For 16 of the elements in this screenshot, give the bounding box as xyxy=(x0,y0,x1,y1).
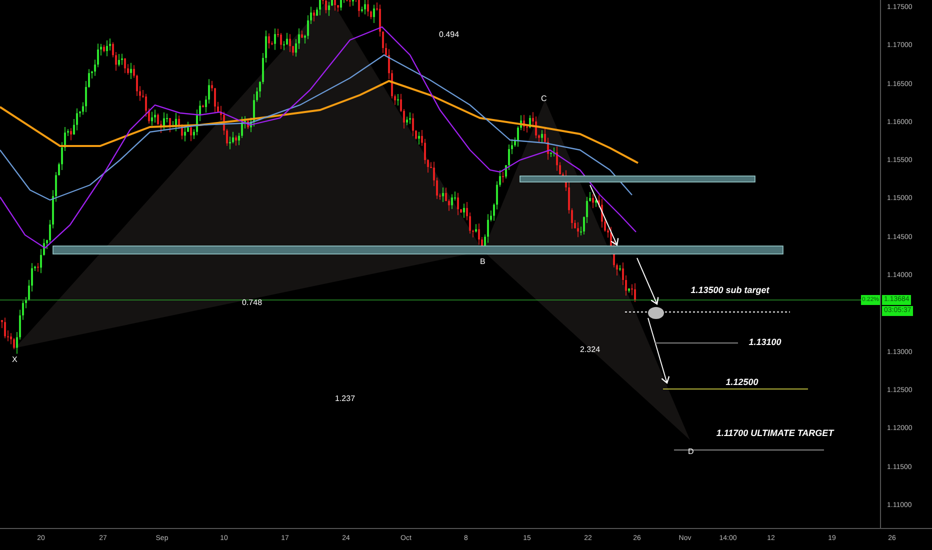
target-label: 1.13100 xyxy=(748,338,782,347)
pattern-point-label: D xyxy=(688,448,694,456)
pattern-point-label: X xyxy=(12,356,18,364)
ratio-label: 2.324 xyxy=(580,346,600,354)
circle-marker[interactable] xyxy=(648,307,664,319)
pattern-point-label: B xyxy=(480,258,486,266)
target-label: 1.12500 xyxy=(726,378,758,387)
pattern-point-label: C xyxy=(541,95,547,103)
target-label: 1.11700 ULTIMATE TARGET xyxy=(716,429,834,438)
arrow[interactable] xyxy=(636,258,659,305)
arrow[interactable] xyxy=(590,184,619,246)
arrow[interactable] xyxy=(648,318,670,384)
ratio-label: 0.494 xyxy=(439,31,460,39)
ratio-label: 1.237 xyxy=(335,395,356,403)
ratio-label: 0.748 xyxy=(242,299,262,307)
target-label: 1.13500 sub target xyxy=(690,286,770,295)
